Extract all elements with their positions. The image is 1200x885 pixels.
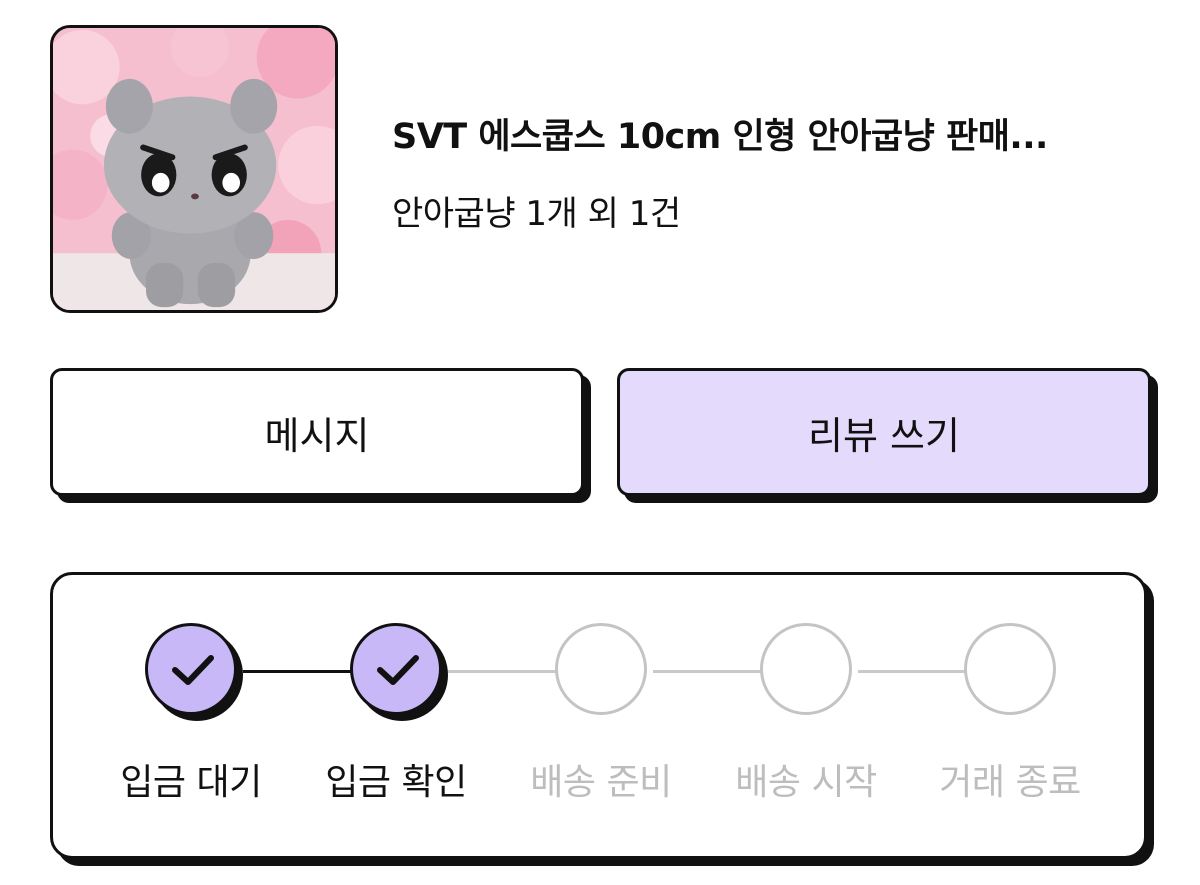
step-label-deposit-confirmed: 입금 확인	[325, 762, 467, 803]
progress-connector	[653, 670, 773, 673]
order-progress-tracker: 입금 대기 입금 확인 배송 준비 배송 시작 거래 종료	[50, 572, 1147, 859]
step-circle-deposit-confirmed	[350, 623, 442, 715]
product-title[interactable]: SVT 에스쿱스 10cm 인형 안아굽냥 판매...	[392, 108, 1048, 159]
check-icon	[172, 655, 214, 685]
message-button[interactable]: 메시지	[50, 368, 584, 496]
write-review-button[interactable]: 리뷰 쓰기	[617, 368, 1151, 496]
plush-doll-photo-icon	[53, 28, 335, 310]
step-circle-preparing-shipment	[555, 623, 647, 715]
progress-connector	[243, 670, 363, 673]
step-label-deposit-pending: 입금 대기	[120, 762, 262, 803]
order-detail-page: SVT 에스쿱스 10cm 인형 안아굽냥 판매... 안아굽냥 1개 외 1건…	[0, 0, 1200, 885]
step-label-shipping-started: 배송 시작	[735, 762, 877, 803]
step-circle-shipping-started	[760, 623, 852, 715]
step-label-preparing-shipment: 배송 준비	[530, 762, 672, 803]
order-item-summary: 안아굽냥 1개 외 1건	[392, 194, 681, 234]
check-icon	[377, 655, 419, 685]
progress-connector	[448, 670, 568, 673]
product-thumbnail[interactable]	[50, 25, 338, 313]
step-circle-transaction-complete	[964, 623, 1056, 715]
step-circle-deposit-pending	[145, 623, 237, 715]
progress-connector	[858, 670, 978, 673]
step-label-transaction-complete: 거래 종료	[939, 762, 1081, 803]
